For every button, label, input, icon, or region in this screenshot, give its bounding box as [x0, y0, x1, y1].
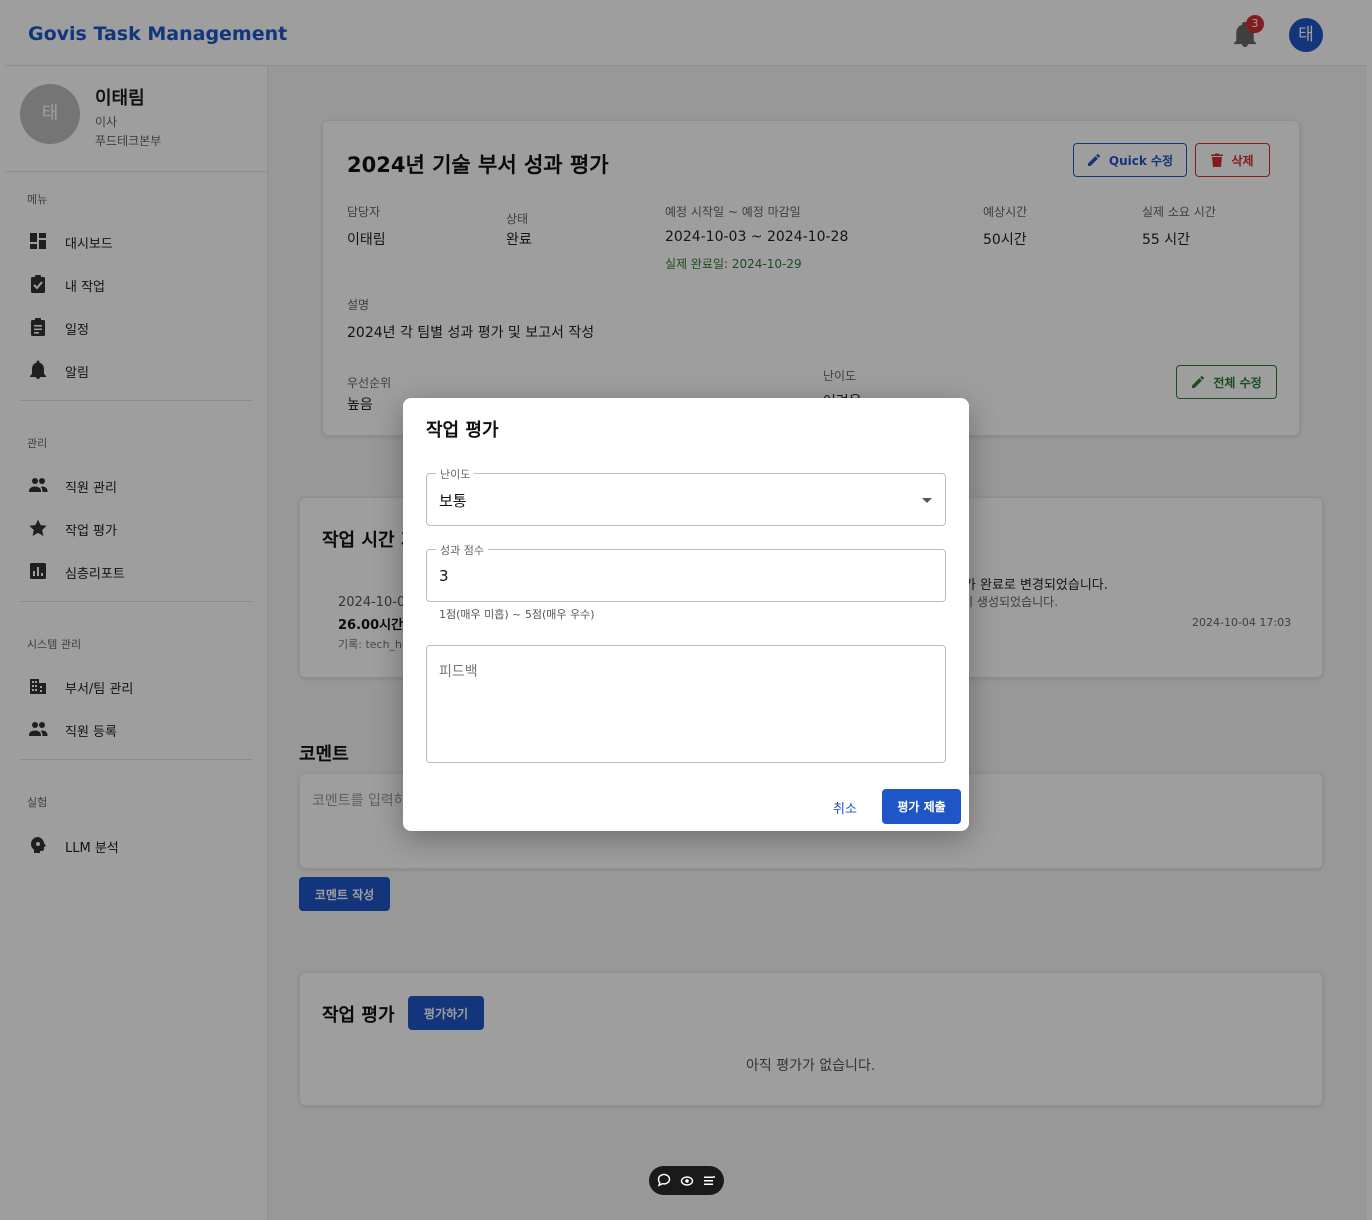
comment-icon[interactable]: [657, 1173, 671, 1187]
score-field-value: 3: [439, 567, 449, 585]
difficulty-select-value: 보통: [439, 492, 467, 510]
difficulty-select-label: 난이도: [436, 466, 475, 482]
list-icon[interactable]: [702, 1174, 716, 1188]
eye-icon[interactable]: [680, 1174, 694, 1188]
feedback-field[interactable]: 피드백: [426, 645, 946, 763]
score-field[interactable]: 성과 점수 3: [426, 542, 946, 602]
floating-toolbar: [649, 1166, 724, 1195]
chevron-down-icon: [922, 498, 932, 503]
dialog-title: 작업 평가: [426, 420, 499, 441]
score-helper-text: 1점(매우 미흡) ~ 5점(매우 우수): [439, 608, 595, 621]
evaluation-dialog: 작업 평가 난이도 보통 성과 점수 3 1점(매우 미흡) ~ 5점(매우 우…: [403, 398, 969, 831]
score-field-label: 성과 점수: [436, 542, 488, 558]
submit-evaluation-button[interactable]: 평가 제출: [882, 789, 961, 824]
feedback-placeholder: 피드백: [439, 664, 478, 680]
difficulty-select[interactable]: 난이도 보통: [426, 466, 946, 526]
cancel-button[interactable]: 취소: [833, 798, 857, 817]
